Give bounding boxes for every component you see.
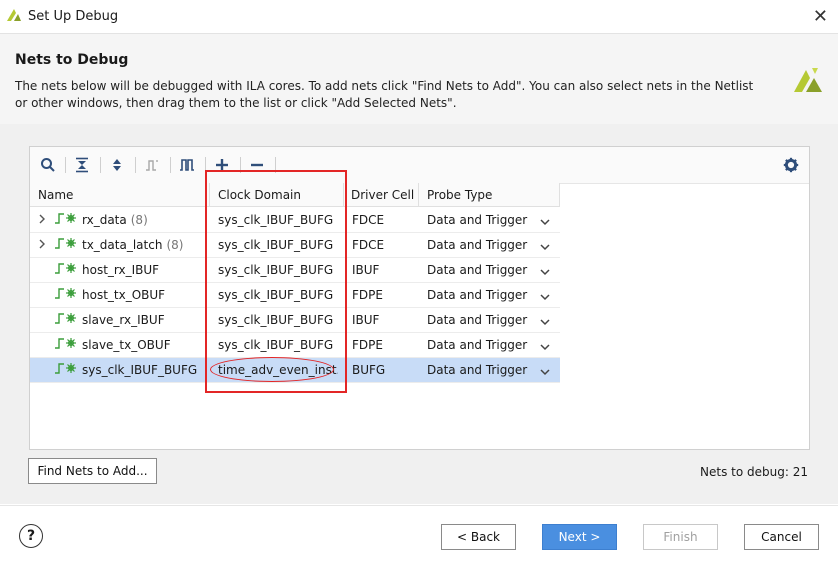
net-name: host_rx_IBUF [82,263,160,277]
chevron-down-icon[interactable] [540,340,550,354]
nets-toolbar [30,147,809,184]
collapse-all-icon[interactable] [72,155,92,175]
title-bar: Set Up Debug ✕ [0,0,838,34]
help-icon[interactable]: ? [19,524,43,548]
probe-type-cell[interactable]: Data and Trigger [427,283,537,308]
net-name: slave_rx_IBUF [82,313,165,327]
net-name-cell: host_rx_IBUF [54,258,208,283]
find-nets-button[interactable]: Find Nets to Add... [28,458,157,484]
net-waveform-icon [142,155,162,175]
gear-icon[interactable] [781,155,801,175]
driver-cell-cell: FDCE [352,213,385,227]
net-bit-count: (8) [130,213,148,227]
probe-type-cell[interactable]: Data and Trigger [427,308,537,333]
net-name: sys_clk_IBUF_BUFG [82,363,198,377]
expand-all-icon[interactable] [107,155,127,175]
probe-type-cell[interactable]: Data and Trigger [427,233,537,258]
net-probe-icon [54,333,78,358]
net-name: host_tx_OBUF [82,288,166,302]
column-header-probe-type[interactable]: Probe Type [419,183,560,207]
driver-cell-cell: IBUF [352,263,380,277]
close-icon[interactable]: ✕ [813,6,828,27]
column-header-name[interactable]: Name [30,183,210,207]
chevron-down-icon[interactable] [540,365,550,379]
column-header-driver-cell[interactable]: Driver Cell [344,183,419,207]
back-button[interactable]: < Back [441,524,516,550]
chevron-down-icon[interactable] [540,290,550,304]
net-name-cell: slave_tx_OBUF [54,333,208,358]
finish-button: Finish [643,524,718,550]
next-button[interactable]: Next > [542,524,617,550]
chevron-right-icon[interactable] [38,208,46,233]
net-name: tx_data_latch [82,238,163,252]
probe-type-cell[interactable]: Data and Trigger [427,333,537,358]
chevron-down-icon[interactable] [540,315,550,329]
net-probe-icon [54,358,78,383]
bus-icon[interactable] [177,155,197,175]
probe-type-cell[interactable]: Data and Trigger [427,358,537,383]
vivado-logo-icon [6,7,22,26]
nets-panel: Name Clock Domain Driver Cell Probe Type… [29,146,810,450]
net-probe-icon [54,233,78,258]
net-probe-icon [54,208,78,233]
page-title: Nets to Debug [15,52,129,68]
net-bit-count: (8) [166,238,184,252]
driver-cell-cell: FDPE [352,288,383,302]
wizard-header: Nets to Debug The nets below will be deb… [0,34,838,124]
annotation-ellipse [210,357,334,382]
net-probe-icon [54,258,78,283]
net-probe-icon [54,283,78,308]
net-name-cell: tx_data_latch (8) [54,233,208,258]
driver-cell-cell: FDPE [352,338,383,352]
vivado-logo-icon [792,64,824,99]
driver-cell-cell: FDCE [352,238,385,252]
net-name-cell: host_tx_OBUF [54,283,208,308]
driver-cell-cell: BUFG [352,363,386,377]
chevron-down-icon[interactable] [540,240,550,254]
net-name-cell: slave_rx_IBUF [54,308,208,333]
chevron-down-icon[interactable] [540,265,550,279]
window-title: Set Up Debug [28,9,119,24]
chevron-down-icon[interactable] [540,215,550,229]
net-name: rx_data [82,213,127,227]
chevron-right-icon[interactable] [38,233,46,258]
net-name-cell: rx_data (8) [54,208,208,233]
net-name: slave_tx_OBUF [82,338,171,352]
driver-cell-cell: IBUF [352,313,380,327]
probe-type-cell[interactable]: Data and Trigger [427,208,537,233]
net-probe-icon [54,308,78,333]
page-description: The nets below will be debugged with ILA… [15,79,754,110]
search-icon[interactable] [38,155,58,175]
net-name-cell: sys_clk_IBUF_BUFG [54,358,208,383]
cancel-button[interactable]: Cancel [744,524,819,550]
nets-count: Nets to debug: 21 [700,465,808,479]
probe-type-cell[interactable]: Data and Trigger [427,258,537,283]
